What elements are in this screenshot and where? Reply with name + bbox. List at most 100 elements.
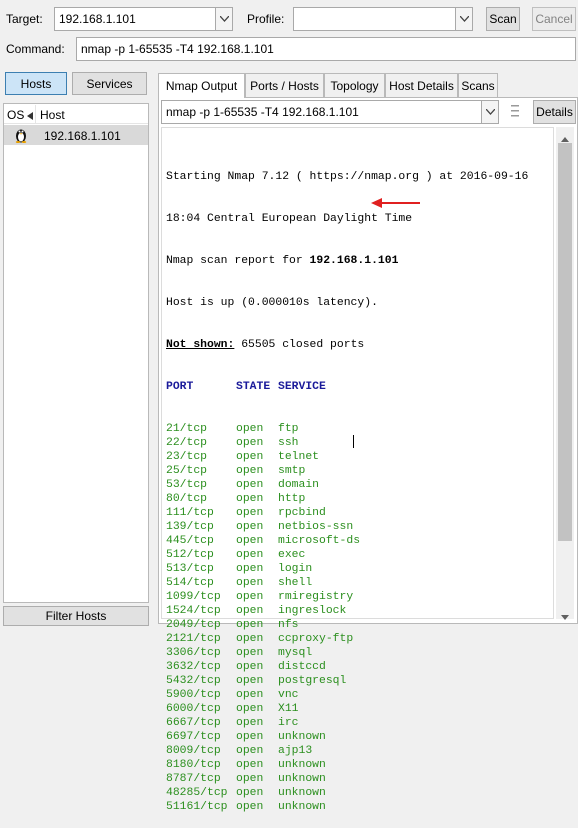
port-service: ccproxy-ftp <box>278 633 354 645</box>
port-service: domain <box>278 479 320 491</box>
report-host: 192.168.1.101 <box>309 255 399 267</box>
filter-hosts-button[interactable]: Filter Hosts <box>3 606 149 626</box>
cancel-button[interactable]: Cancel <box>532 7 576 31</box>
column-os[interactable]: OS <box>7 108 24 122</box>
port-state: open <box>236 619 264 631</box>
port-state: open <box>236 801 264 813</box>
port-state: open <box>236 731 264 743</box>
port-service: smtp <box>278 465 306 477</box>
output-scrollbar[interactable] <box>556 127 574 620</box>
header-state: STATE <box>236 381 271 393</box>
port-service: netbios-ssn <box>278 521 354 533</box>
output-text: Starting Nmap 7.12 ( https://nmap.org ) … <box>166 142 528 828</box>
target-label: Target: <box>6 12 43 26</box>
target-combobox[interactable]: 192.168.1.101 <box>54 7 233 31</box>
port-row: 25/tcp open smtp <box>166 464 528 478</box>
port-state: open <box>236 423 264 435</box>
port-number: 139/tcp <box>166 521 214 533</box>
port-service: mysql <box>278 647 313 659</box>
port-rows: 21/tcp open ftp 22/tcp open ssh 23/tcp open teln… <box>166 422 528 814</box>
tab-nmap-output[interactable]: Nmap Output <box>158 73 245 98</box>
port-number: 48285/tcp <box>166 787 228 799</box>
port-state: open <box>236 507 264 519</box>
port-row: 6667/tcp open irc <box>166 716 528 730</box>
profile-combobox[interactable] <box>293 7 473 31</box>
port-row: 6697/tcp open unknown <box>166 730 528 744</box>
port-row: 6000/tcp open X11 <box>166 702 528 716</box>
chevron-down-icon[interactable] <box>481 101 498 123</box>
host-address: 192.168.1.101 <box>44 129 121 143</box>
port-number: 6000/tcp <box>166 703 221 715</box>
scan-button[interactable]: Scan <box>486 7 520 31</box>
port-number: 2121/tcp <box>166 633 221 645</box>
port-number: 1524/tcp <box>166 605 221 617</box>
port-service: nfs <box>278 619 299 631</box>
port-service: postgresql <box>278 675 347 687</box>
port-service: microsoft-ds <box>278 535 361 547</box>
port-row: 139/tcp open netbios-ssn <box>166 520 528 534</box>
port-number: 6667/tcp <box>166 717 221 729</box>
port-row: 23/tcp open telnet <box>166 450 528 464</box>
port-number: 21/tcp <box>166 423 208 435</box>
chevron-down-icon[interactable] <box>455 8 472 30</box>
port-number: 512/tcp <box>166 549 214 561</box>
port-number: 51161/tcp <box>166 801 228 813</box>
port-state: open <box>236 773 264 785</box>
port-table-header: PORT STATE SERVICE <box>166 380 528 394</box>
port-row: 8009/tcp open ajp13 <box>166 744 528 758</box>
port-row: 514/tcp open shell <box>166 576 528 590</box>
details-button[interactable]: Details <box>533 100 576 124</box>
port-number: 111/tcp <box>166 507 214 519</box>
column-host[interactable]: Host <box>40 108 65 122</box>
tab-ports-hosts[interactable]: Ports / Hosts <box>245 73 324 97</box>
menu-lines-icon[interactable] <box>511 103 519 122</box>
tab-topology[interactable]: Topology <box>324 73 385 97</box>
chevron-down-icon[interactable] <box>215 8 232 30</box>
port-state: open <box>236 535 264 547</box>
filter-hosts-label: Filter Hosts <box>45 609 107 623</box>
port-service: vnc <box>278 689 299 701</box>
header-service: SERVICE <box>278 381 326 393</box>
command-input[interactable]: nmap -p 1-65535 -T4 192.168.1.101 <box>76 37 576 61</box>
port-service: exec <box>278 549 306 561</box>
port-service: unknown <box>278 801 326 813</box>
tab-scans[interactable]: Scans <box>458 73 498 97</box>
port-number: 8787/tcp <box>166 773 221 785</box>
scroll-down-icon[interactable] <box>561 609 569 623</box>
port-number: 23/tcp <box>166 451 208 463</box>
port-number: 514/tcp <box>166 577 214 589</box>
port-state: open <box>236 647 264 659</box>
port-service: ajp13 <box>278 745 313 757</box>
port-number: 3306/tcp <box>166 647 221 659</box>
port-row: 51161/tcp open unknown <box>166 800 528 814</box>
not-shown-label: Not shown: <box>166 339 235 351</box>
port-number: 8009/tcp <box>166 745 221 757</box>
host-row[interactable]: 192.168.1.101 <box>4 125 148 145</box>
tab-host-details[interactable]: Host Details <box>385 73 458 97</box>
port-state: open <box>236 549 264 561</box>
port-row: 3306/tcp open mysql <box>166 646 528 660</box>
services-tab-button[interactable]: Services <box>72 72 147 95</box>
port-number: 80/tcp <box>166 493 208 505</box>
scrollbar-thumb[interactable] <box>558 143 572 541</box>
port-row: 21/tcp open ftp <box>166 422 528 436</box>
nmap-url-link[interactable]: https://nmap.org <box>310 171 419 183</box>
port-row: 53/tcp open domain <box>166 478 528 492</box>
target-value: 192.168.1.101 <box>59 12 136 26</box>
port-row: 80/tcp open http <box>166 492 528 506</box>
port-state: open <box>236 661 264 673</box>
output-select[interactable]: nmap -p 1-65535 -T4 192.168.1.101 <box>161 100 499 124</box>
port-service: X11 <box>278 703 299 715</box>
port-number: 22/tcp <box>166 437 208 449</box>
port-state: open <box>236 437 264 449</box>
port-state: open <box>236 675 264 687</box>
output-line-time: 18:04 Central European Daylight Time <box>166 213 413 225</box>
port-service: unknown <box>278 787 326 799</box>
port-row: 8787/tcp open unknown <box>166 772 528 786</box>
not-shown-value: 65505 closed ports <box>234 339 365 351</box>
profile-label: Profile: <box>247 12 285 26</box>
port-service: http <box>278 493 306 505</box>
port-service: rmiregistry <box>278 591 354 603</box>
port-row: 1524/tcp open ingreslock <box>166 604 528 618</box>
hosts-tab-button[interactable]: Hosts <box>5 72 67 95</box>
